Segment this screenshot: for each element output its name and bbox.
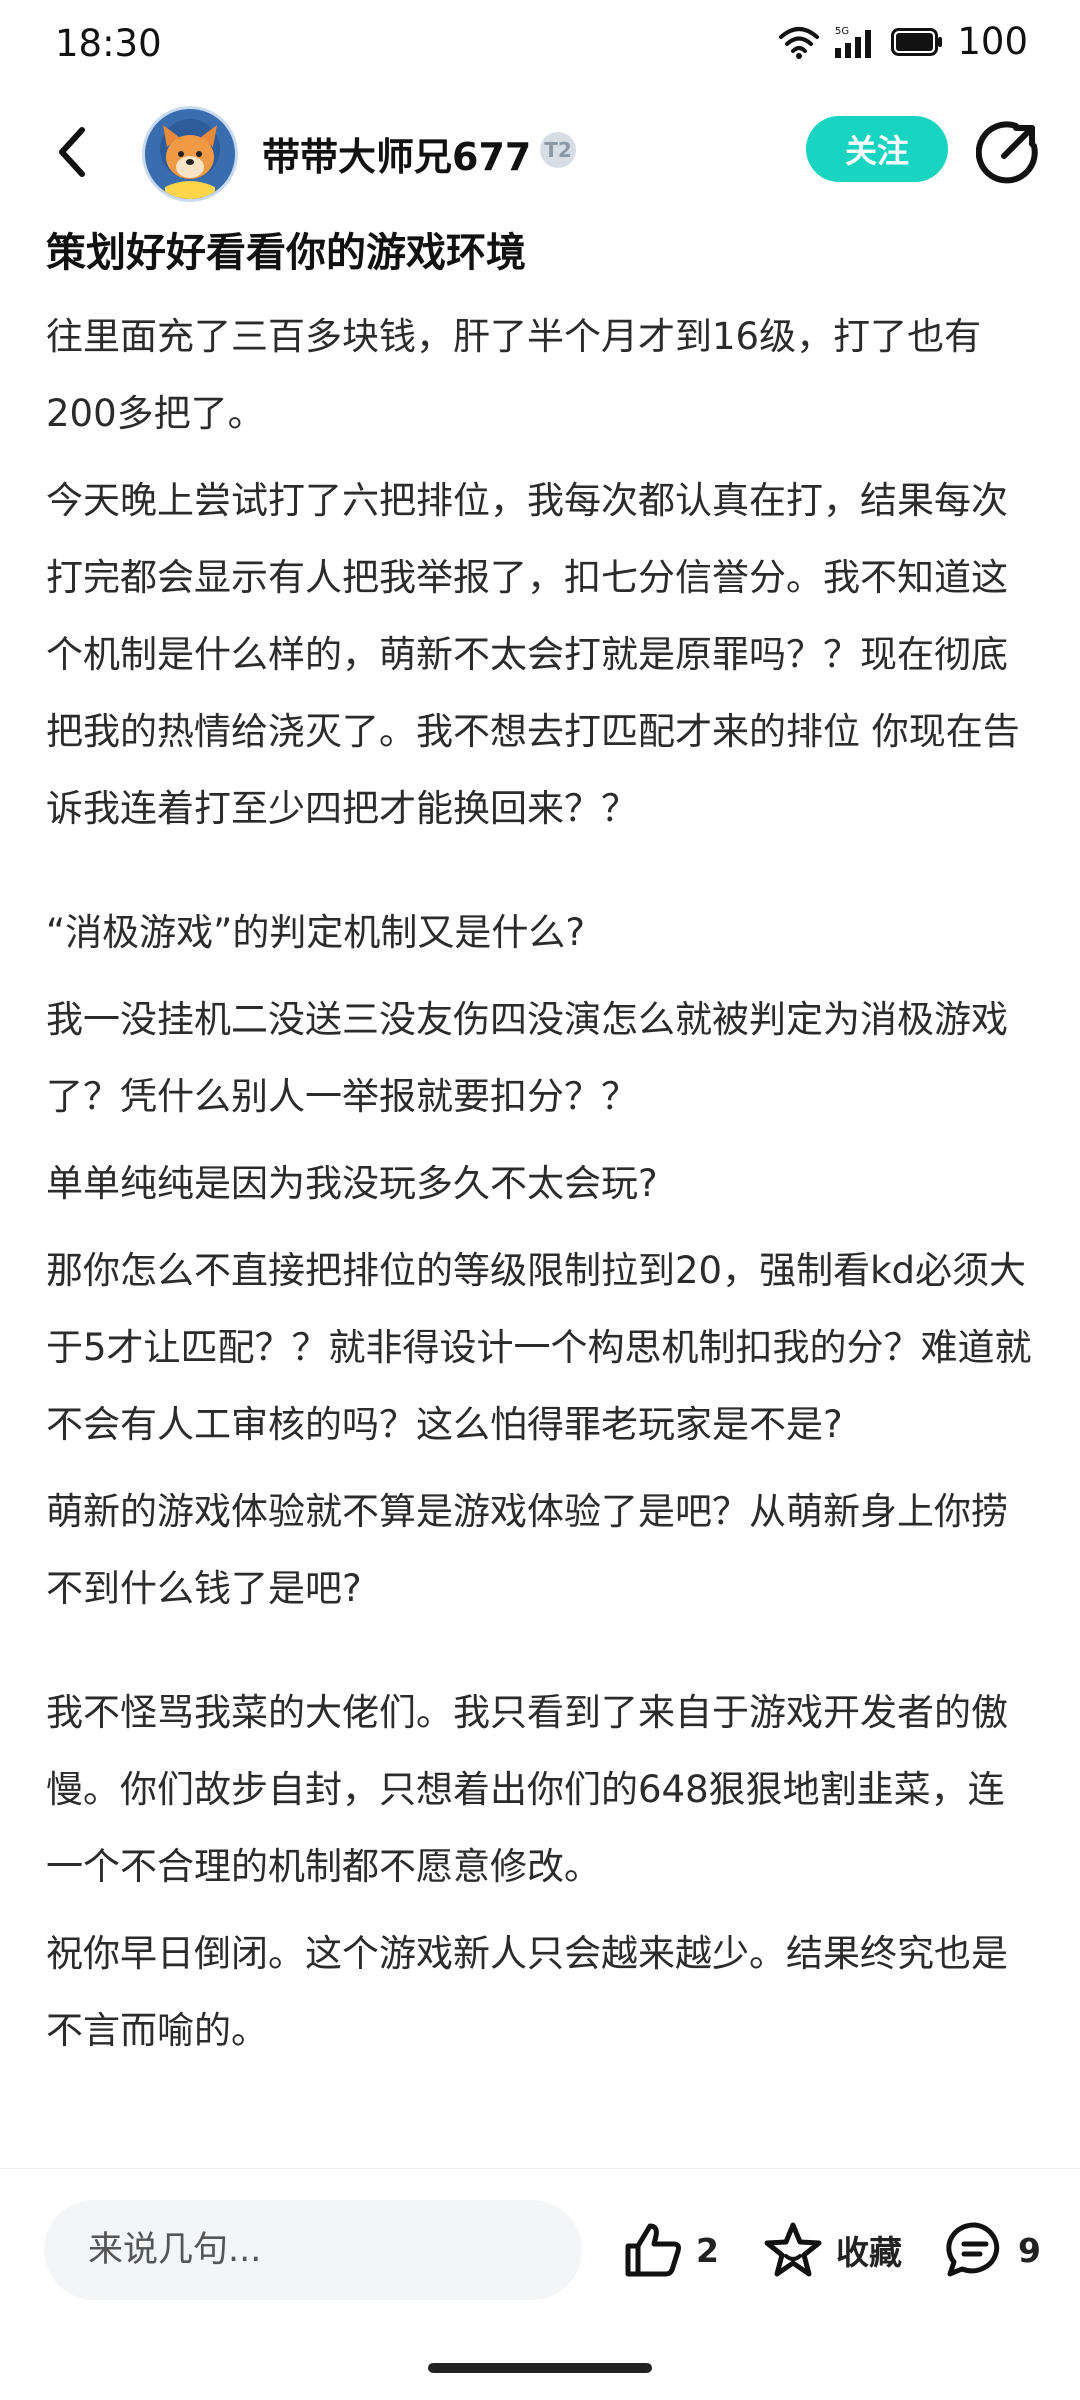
- battery-level: 100: [957, 20, 1028, 63]
- favorite-button[interactable]: 收藏: [762, 2218, 902, 2282]
- status-time: 18:30: [55, 22, 162, 65]
- post-paragraph: “消极游戏”的判定机制又是什么?: [46, 911, 585, 954]
- post-paragraph: 我一没挂机二没送三没友伤四没演怎么就被判定为消极游戏了？凭什么别人一举报就要扣分…: [46, 998, 1008, 1118]
- svg-text:5G: 5G: [835, 26, 849, 37]
- avatar-image: [145, 109, 235, 199]
- username[interactable]: 带带大师兄677: [262, 126, 531, 181]
- back-button[interactable]: [48, 122, 98, 182]
- comment-icon: [946, 2222, 1000, 2277]
- star-icon: [764, 2222, 822, 2277]
- like-button[interactable]: 2: [622, 2218, 719, 2282]
- post-paragraph: 萌新的游戏体验就不算是游戏体验了是吧？从萌新身上你捞不到什么钱了是吧?: [46, 1490, 1008, 1610]
- home-indicator[interactable]: [428, 2363, 652, 2373]
- thumbs-up-icon: [625, 2223, 681, 2277]
- share-button[interactable]: [975, 120, 1040, 184]
- status-bar: 18:30 5G 100: [0, 0, 1080, 90]
- level-badge: T2: [540, 132, 576, 168]
- comment-input[interactable]: [44, 2200, 582, 2300]
- post-body: 往里面充了三百多块钱，肝了半个月才到16级，打了也有200多把了。 今天晚上尝试…: [46, 298, 1036, 2079]
- comment-button[interactable]: 9: [944, 2218, 1041, 2282]
- post-header: 带带大师兄677 T2 关注: [0, 100, 1080, 210]
- post-paragraph: 那你怎么不直接把排位的等级限制拉到20，强制看kd必须大于5才让匹配？？就非得设…: [46, 1249, 1032, 1446]
- comment-count: 9: [1018, 2230, 1041, 2270]
- like-count: 2: [696, 2230, 719, 2270]
- wifi-icon: [779, 26, 820, 59]
- post-title: 策划好好看看你的游戏环境: [46, 230, 526, 276]
- post-paragraph: 祝你早日倒闭。这个游戏新人只会越来越少。结果终究也是不言而喻的。: [46, 1932, 1008, 2052]
- favorite-label: 收藏: [836, 2233, 902, 2272]
- bottom-divider: [0, 2168, 1080, 2169]
- post-paragraph: 今天晚上尝试打了六把排位，我每次都认真在打，结果每次打完都会显示有人把我举报了，…: [46, 479, 1020, 830]
- post-paragraph: 往里面充了三百多块钱，肝了半个月才到16级，打了也有200多把了。: [46, 315, 982, 435]
- avatar[interactable]: [142, 106, 238, 202]
- back-icon: [59, 127, 85, 177]
- signal-icon: 5G: [835, 26, 872, 58]
- battery-icon: [891, 27, 943, 56]
- post-paragraph: 我不怪骂我菜的大佬们。我只看到了来自于游戏开发者的傲慢。你们故步自封，只想着出你…: [46, 1691, 1008, 1888]
- status-icons: 5G 100: [779, 20, 1028, 63]
- post-paragraph: 单单纯纯是因为我没玩多久不太会玩?: [46, 1162, 658, 1205]
- share-icon: [975, 121, 1038, 184]
- follow-button[interactable]: 关注: [806, 116, 948, 182]
